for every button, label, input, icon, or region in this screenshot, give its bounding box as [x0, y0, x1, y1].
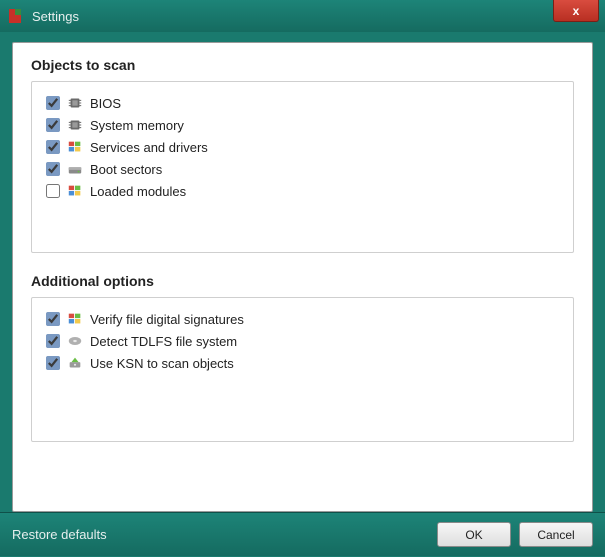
objects-to-scan-box: BIOS System memory Services and drivers Boo…: [31, 81, 574, 253]
chip-icon: [66, 116, 84, 134]
section-title-objects: Objects to scan: [31, 57, 574, 73]
row-label: Use KSN to scan objects: [90, 356, 234, 371]
ok-button[interactable]: OK: [437, 522, 511, 547]
check-row: Services and drivers: [46, 136, 559, 158]
drive-icon: [66, 160, 84, 178]
button-group: OK Cancel: [437, 522, 593, 547]
chip-icon: [66, 94, 84, 112]
close-button[interactable]: x: [553, 0, 599, 22]
titlebar: Settings x: [0, 0, 605, 32]
scan-icon: [66, 354, 84, 372]
check-row: BIOS: [46, 92, 559, 114]
checkbox-objects-3[interactable]: [46, 162, 60, 176]
row-label: Services and drivers: [90, 140, 208, 155]
check-row: Loaded modules: [46, 180, 559, 202]
row-label: BIOS: [90, 96, 121, 111]
windows-icon: [66, 310, 84, 328]
checkbox-additional-1[interactable]: [46, 334, 60, 348]
check-row: Detect TDLFS file system: [46, 330, 559, 352]
restore-defaults-link[interactable]: Restore defaults: [12, 527, 107, 542]
check-row: Verify file digital signatures: [46, 308, 559, 330]
app-icon: [6, 7, 24, 25]
content-area: Objects to scan BIOS System memory Service…: [12, 42, 593, 512]
disk-icon: [66, 332, 84, 350]
checkbox-objects-0[interactable]: [46, 96, 60, 110]
cancel-button[interactable]: Cancel: [519, 522, 593, 547]
check-row: Use KSN to scan objects: [46, 352, 559, 374]
checkbox-additional-0[interactable]: [46, 312, 60, 326]
window-title: Settings: [32, 9, 79, 24]
row-label: System memory: [90, 118, 184, 133]
close-icon: x: [573, 4, 580, 18]
section-title-additional: Additional options: [31, 273, 574, 289]
row-label: Loaded modules: [90, 184, 186, 199]
row-label: Verify file digital signatures: [90, 312, 244, 327]
windows-icon: [66, 138, 84, 156]
bottom-bar: Restore defaults OK Cancel: [0, 512, 605, 556]
checkbox-objects-4[interactable]: [46, 184, 60, 198]
checkbox-additional-2[interactable]: [46, 356, 60, 370]
checkbox-objects-1[interactable]: [46, 118, 60, 132]
row-label: Detect TDLFS file system: [90, 334, 237, 349]
check-row: System memory: [46, 114, 559, 136]
windows-icon: [66, 182, 84, 200]
row-label: Boot sectors: [90, 162, 162, 177]
checkbox-objects-2[interactable]: [46, 140, 60, 154]
additional-options-box: Verify file digital signatures Detect TDL…: [31, 297, 574, 442]
check-row: Boot sectors: [46, 158, 559, 180]
